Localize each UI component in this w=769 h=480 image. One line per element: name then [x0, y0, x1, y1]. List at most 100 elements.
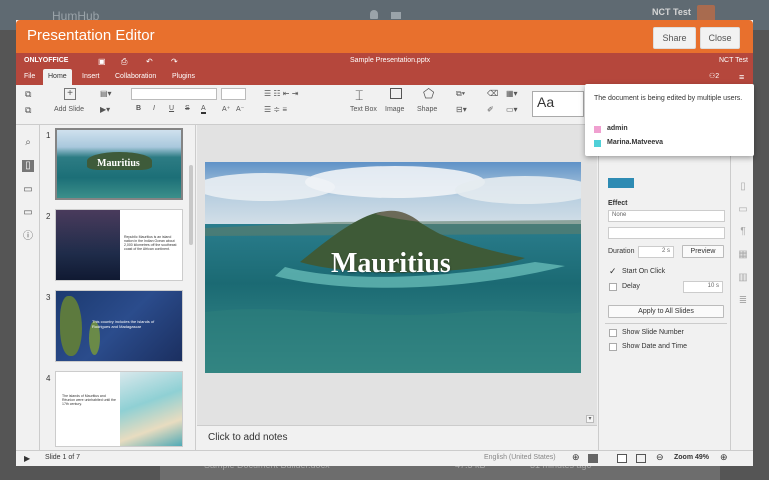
- background-color-swatch[interactable]: [608, 178, 634, 188]
- multiple-users-popup: The document is being edited by multiple…: [585, 84, 754, 156]
- notes-area[interactable]: Click to add notes: [197, 425, 597, 450]
- redo-icon[interactable]: ↷: [171, 57, 178, 66]
- save-icon[interactable]: ▣: [98, 57, 106, 66]
- tab-home[interactable]: Home: [43, 69, 72, 85]
- paragraph-settings-icon[interactable]: ¶: [737, 226, 749, 238]
- bullets-icon[interactable]: ☰ ☷ ⇤ ⇥: [264, 89, 298, 98]
- align-icon[interactable]: ☰ ≑ ≡: [264, 105, 287, 114]
- users-count[interactable]: ⚇2: [704, 69, 724, 85]
- editor-titlebar: ONLYOFFICE ▣ ⎙ ↶ ↷ Sample Presentation.p…: [16, 53, 753, 69]
- slide-number: 1: [46, 131, 51, 140]
- slide-title[interactable]: Mauritius: [331, 248, 451, 280]
- chat-icon[interactable]: ▭: [22, 207, 34, 219]
- fit-width-icon[interactable]: [636, 454, 646, 463]
- tab-insert[interactable]: Insert: [77, 69, 105, 85]
- slide-number: 2: [46, 212, 51, 221]
- image-icon[interactable]: [390, 88, 402, 99]
- shape-settings-icon[interactable]: ▭: [737, 204, 749, 216]
- font-color-icon[interactable]: A: [201, 105, 206, 114]
- thumbnails-scrollbar[interactable]: [189, 165, 193, 245]
- strikethrough-icon[interactable]: S: [185, 105, 190, 112]
- language-label[interactable]: English (United States): [484, 454, 556, 461]
- share-button[interactable]: Share: [653, 27, 696, 49]
- bold-icon[interactable]: B: [136, 105, 141, 112]
- spellcheck-icon[interactable]: [588, 454, 598, 463]
- align-shape-icon[interactable]: ⊟▾: [456, 105, 467, 114]
- popup-message: The document is being edited by multiple…: [594, 95, 743, 102]
- date-time-checkbox[interactable]: [609, 343, 617, 351]
- text-art-icon[interactable]: ≣: [737, 295, 749, 307]
- chart-settings-icon[interactable]: ▥: [737, 272, 749, 284]
- slide-number: 3: [46, 293, 51, 302]
- zoom-out-icon[interactable]: ⊖: [656, 452, 664, 463]
- show-slide-number-label: Show Slide Number: [622, 329, 684, 336]
- grow-font-icon[interactable]: A⁺: [222, 105, 230, 113]
- search-icon[interactable]: ⌕: [22, 137, 34, 149]
- effect-select[interactable]: None: [608, 210, 725, 222]
- main-slide[interactable]: Mauritius: [205, 162, 581, 373]
- slide-canvas[interactable]: Mauritius ▾: [197, 125, 597, 425]
- palm-image: [56, 210, 120, 280]
- tab-collaboration[interactable]: Collaboration: [110, 69, 161, 85]
- shrink-font-icon[interactable]: A⁻: [236, 105, 244, 113]
- underline-icon[interactable]: U: [169, 105, 174, 112]
- transition-icon[interactable]: ▶▾: [100, 105, 110, 114]
- duration-input[interactable]: 2 s: [638, 246, 674, 258]
- slide-thumbnail-4[interactable]: The islands of Mauritius and Réunion wer…: [55, 371, 183, 447]
- color-scheme-icon[interactable]: ▦▾: [506, 89, 518, 98]
- clear-style-icon[interactable]: ⌫: [487, 89, 498, 98]
- fit-slide-icon[interactable]: [617, 454, 627, 463]
- copy-icon[interactable]: ⧉: [25, 89, 31, 100]
- envelope-icon[interactable]: [391, 12, 401, 19]
- shape-button[interactable]: Shape: [417, 106, 437, 113]
- check-icon[interactable]: ✓: [609, 266, 617, 277]
- slide-number-checkbox[interactable]: [609, 329, 617, 337]
- arrange-icon[interactable]: ⧉▾: [456, 89, 465, 99]
- font-name-select[interactable]: [131, 88, 217, 100]
- delay-input[interactable]: 10 s: [683, 281, 723, 293]
- shape-icon[interactable]: ⬠: [423, 86, 434, 102]
- apply-all-button[interactable]: Apply to All Slides: [608, 305, 724, 318]
- about-icon[interactable]: ⓘ: [22, 231, 34, 243]
- beach-image: [120, 372, 182, 446]
- slide-counter: Slide 1 of 7: [45, 454, 81, 461]
- copy-style-icon[interactable]: ✐: [487, 105, 494, 114]
- layout-icon[interactable]: ▤▾: [100, 89, 112, 98]
- play-icon[interactable]: ▶: [24, 454, 30, 463]
- bell-icon[interactable]: [370, 10, 378, 19]
- slide-thumbnail-1[interactable]: Mauritius: [55, 128, 183, 200]
- slide-size-icon[interactable]: ▭▾: [506, 105, 518, 114]
- print-icon[interactable]: ⎙: [121, 57, 127, 67]
- slides-panel-icon[interactable]: ▯: [22, 160, 34, 172]
- slide-thumbnail-3[interactable]: This country includes the islands of Rod…: [55, 290, 183, 362]
- undo-icon[interactable]: ↶: [146, 57, 153, 66]
- tab-plugins[interactable]: Plugins: [167, 69, 200, 85]
- table-settings-icon[interactable]: ▦: [737, 249, 749, 261]
- humhub-user-name[interactable]: NCT Test: [652, 7, 691, 17]
- font-size-select[interactable]: [221, 88, 246, 100]
- close-button[interactable]: Close: [700, 27, 740, 49]
- add-slide-button[interactable]: Add Slide: [54, 106, 84, 113]
- chevron-down-icon[interactable]: ▾: [586, 415, 594, 423]
- theme-preview[interactable]: Aa: [532, 91, 584, 117]
- zoom-in-icon[interactable]: ⊕: [720, 452, 728, 463]
- add-slide-icon[interactable]: +: [64, 88, 76, 100]
- preview-button[interactable]: Preview: [682, 245, 724, 258]
- slide-thumbnail-2[interactable]: Republic Mauritius is an island nation i…: [55, 209, 183, 281]
- text-box-icon[interactable]: ⌶: [355, 87, 363, 104]
- delay-checkbox[interactable]: [609, 283, 617, 291]
- menu-icon[interactable]: ≡: [734, 69, 749, 85]
- text-box-button[interactable]: Text Box: [350, 106, 377, 113]
- effect-type-select[interactable]: [608, 227, 725, 239]
- paste-icon[interactable]: ⧉: [25, 105, 31, 116]
- tab-file[interactable]: File: [19, 69, 40, 85]
- slide-settings-icon[interactable]: ▯: [737, 181, 749, 193]
- menu-tabs: File Home Insert Collaboration Plugins ⚇…: [16, 69, 753, 85]
- user-color-swatch: [594, 140, 601, 147]
- effect-value: None: [612, 212, 627, 218]
- comments-icon[interactable]: ▭: [22, 184, 34, 196]
- right-sidebar: ▯ ▭ ¶ ▦ ▥ ≣: [730, 125, 753, 450]
- globe-icon[interactable]: ⊕: [572, 452, 580, 463]
- image-button[interactable]: Image: [385, 106, 404, 113]
- italic-icon[interactable]: I: [153, 105, 155, 112]
